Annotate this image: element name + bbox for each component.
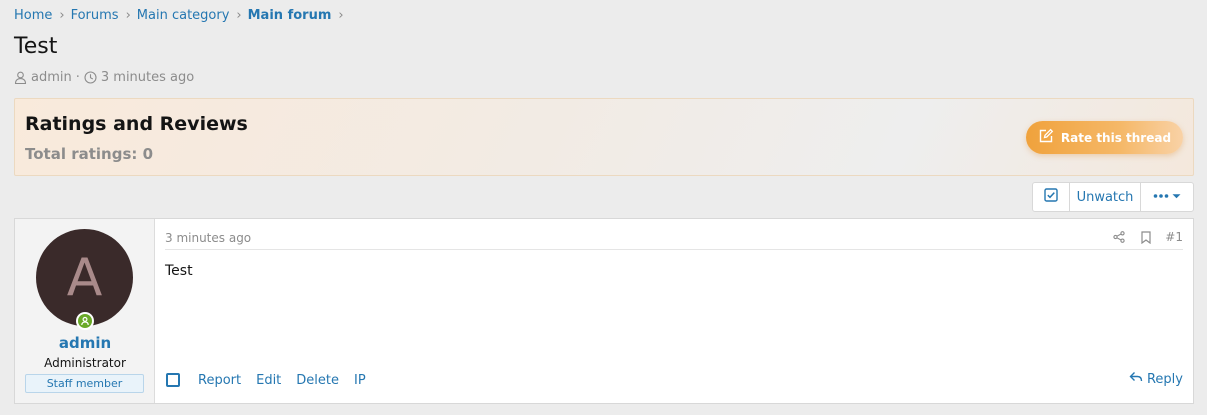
breadcrumb-main-forum[interactable]: Main forum	[248, 8, 332, 23]
share-icon[interactable]	[1113, 231, 1125, 243]
thread-actions: Unwatch	[1032, 182, 1194, 212]
rate-thread-button[interactable]: Rate this thread	[1026, 121, 1183, 154]
edit-link[interactable]: Edit	[256, 373, 281, 388]
user-title: Administrator	[44, 356, 126, 370]
post-user-cell: A admin Administrator Staff member	[15, 219, 155, 403]
ratings-title: Ratings and Reviews	[25, 113, 248, 135]
report-link[interactable]: Report	[198, 373, 241, 388]
post-number[interactable]: #1	[1165, 230, 1183, 244]
delete-link[interactable]: Delete	[296, 373, 339, 388]
post-body: Test	[165, 263, 193, 279]
thread-time[interactable]: 3 minutes ago	[101, 70, 194, 85]
user-icon	[14, 71, 27, 84]
breadcrumb-home[interactable]: Home	[14, 8, 52, 23]
ip-link[interactable]: IP	[354, 373, 366, 388]
bookmark-icon[interactable]	[1140, 230, 1152, 244]
post-main: 3 minutes ago #1 Test Report Edit Delete…	[165, 219, 1183, 403]
ratings-panel: Ratings and Reviews Total ratings: 0 Rat…	[14, 98, 1194, 176]
staff-badge: Staff member	[25, 374, 144, 393]
more-dots-icon	[1153, 190, 1181, 205]
breadcrumb-separator: ›	[236, 8, 242, 23]
ratings-total: Total ratings: 0	[25, 145, 154, 163]
online-user-icon	[76, 312, 94, 330]
thread-author[interactable]: admin	[31, 70, 72, 85]
post-header-actions: #1	[1098, 230, 1183, 244]
thread-meta: admin · 3 minutes ago	[14, 70, 194, 85]
post: A admin Administrator Staff member 3 min…	[14, 218, 1194, 404]
post-date[interactable]: 3 minutes ago	[165, 231, 251, 245]
checkbox-icon	[1044, 188, 1058, 206]
meta-separator: ·	[75, 70, 80, 85]
breadcrumb-separator: ›	[59, 8, 65, 23]
unwatch-button[interactable]: Unwatch	[1070, 183, 1141, 211]
post-username[interactable]: admin	[15, 334, 155, 352]
more-options-button[interactable]	[1141, 183, 1193, 211]
breadcrumb-separator: ›	[338, 8, 344, 23]
reply-icon	[1129, 371, 1147, 387]
reply-button[interactable]: Reply	[1129, 371, 1183, 387]
clock-icon	[84, 71, 97, 84]
reply-label: Reply	[1146, 371, 1183, 387]
breadcrumb-forums[interactable]: Forums	[71, 8, 119, 23]
select-posts-button[interactable]	[1033, 183, 1070, 211]
edit-icon	[1038, 128, 1061, 147]
rate-thread-label: Rate this thread	[1060, 130, 1172, 145]
post-footer: Report Edit Delete IP Reply	[165, 370, 1183, 390]
breadcrumb: Home › Forums › Main category › Main for…	[14, 8, 350, 23]
post-divider	[165, 249, 1183, 250]
page-title: Test	[14, 34, 58, 59]
breadcrumb-main-category[interactable]: Main category	[137, 8, 230, 23]
breadcrumb-separator: ›	[125, 8, 131, 23]
select-post-checkbox[interactable]	[166, 373, 180, 387]
